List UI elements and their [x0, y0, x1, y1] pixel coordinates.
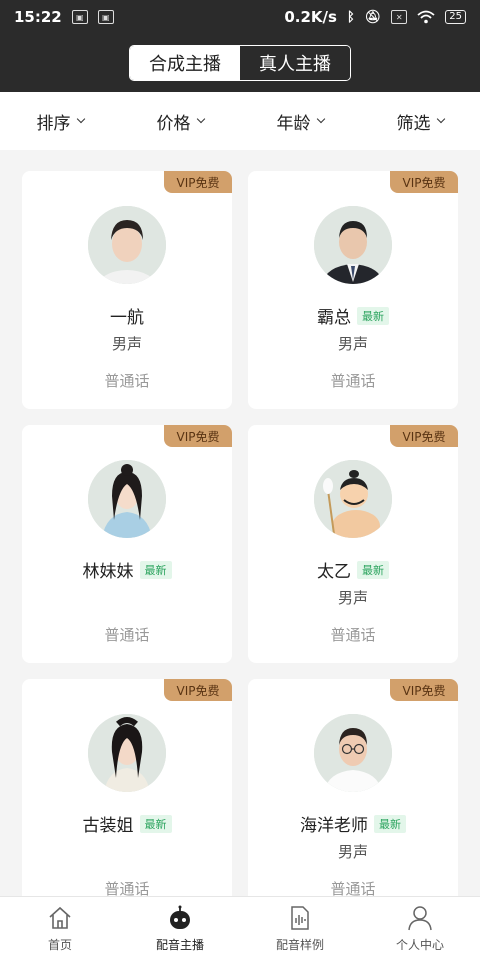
chevron-down-icon: [316, 114, 325, 124]
anchor-card[interactable]: VIP免费 海洋老师 最新 男声 普通话: [248, 679, 458, 896]
wifi-icon: [417, 10, 435, 24]
voice-language: 普通话: [104, 372, 150, 390]
home-icon: [49, 906, 71, 929]
new-badge: 最新: [139, 814, 172, 833]
voice-language: 普通话: [104, 880, 150, 896]
voice-language: 普通话: [330, 372, 376, 390]
voice-language: 普通话: [330, 880, 376, 896]
tab-synthetic-anchor[interactable]: 合成主播: [130, 46, 240, 80]
anchor-card[interactable]: VIP免费 太乙 最新 男声 普通话: [248, 425, 458, 663]
sim-off-icon: ✕: [391, 10, 408, 24]
taiyi-cartoon-avatar: [314, 460, 392, 538]
price-filter[interactable]: 价格: [156, 109, 205, 134]
notification-icon: ▣: [97, 10, 114, 24]
tab-home[interactable]: 首页: [0, 905, 120, 953]
anchor-name: 太乙: [317, 562, 351, 582]
tab-voice-anchor[interactable]: 配音主播: [120, 905, 240, 953]
anchor-name: 霸总: [317, 308, 351, 328]
teacher-avatar: [314, 714, 392, 792]
status-bar: 15:22 ▣ ▣ 0.2K/s ᛒ 🔕︎ ✕ 25: [0, 0, 480, 34]
ancient-girl-avatar: [88, 460, 166, 538]
tab-label: 配音主播: [155, 937, 204, 952]
new-badge: 最新: [139, 560, 172, 579]
voice-language: 普通话: [104, 626, 150, 644]
anchor-card[interactable]: VIP免费 一航 男声 普通话: [22, 171, 232, 409]
header: 合成主播 真人主播: [0, 34, 480, 92]
vip-free-badge: VIP免费: [390, 679, 458, 701]
audio-file-icon: [291, 905, 309, 930]
chevron-down-icon: [76, 114, 85, 124]
young-man-avatar: [88, 206, 166, 284]
vip-free-badge: VIP免费: [164, 171, 232, 193]
tab-label: 配音样例: [275, 937, 324, 952]
tab-label: 个人中心: [395, 937, 444, 952]
anchor-card[interactable]: VIP免费 霸总 最新 男声 普通话: [248, 171, 458, 409]
voice-gender: 男声: [337, 843, 368, 861]
filter-label: 筛选: [396, 113, 431, 134]
bottom-tab-bar: 首页 配音主播 配音样例 个人中心: [0, 896, 480, 960]
tab-voice-samples[interactable]: 配音样例: [240, 905, 360, 953]
chevron-down-icon: [196, 114, 205, 124]
businessman-avatar: [314, 206, 392, 284]
battery-icon: 25: [445, 10, 466, 24]
vip-free-badge: VIP免费: [164, 679, 232, 701]
network-speed: 0.2K/s: [284, 8, 337, 26]
name-row: 一航: [22, 303, 232, 328]
name-row: 海洋老师 最新: [248, 811, 458, 836]
name-row: 林妹妹 最新: [22, 557, 232, 582]
anchor-name: 海洋老师: [300, 816, 368, 836]
new-badge: 最新: [357, 560, 389, 579]
notification-icon: ▣: [71, 10, 88, 24]
vip-free-badge: VIP免费: [164, 425, 232, 447]
filter-label: 年龄: [276, 113, 311, 134]
more-filter[interactable]: 筛选: [396, 109, 445, 134]
new-badge: 最新: [357, 306, 389, 325]
name-row: 太乙 最新: [248, 557, 458, 582]
filter-bar: 排序 价格 年龄 筛选: [0, 92, 480, 150]
anchor-grid: VIP免费 一航 男声 普通话 VIP免费 霸总 最新 男声 普通话 VIP免费…: [22, 171, 460, 896]
clock: 15:22: [14, 8, 62, 26]
bluetooth-icon: ᛒ: [346, 9, 355, 25]
sort-filter[interactable]: 排序: [36, 109, 85, 134]
anchor-name: 一航: [110, 308, 144, 328]
new-badge: 最新: [374, 814, 406, 833]
anchor-card[interactable]: VIP免费 古装姐 最新 普通话: [22, 679, 232, 896]
mute-icon: 🔕︎: [364, 9, 382, 25]
filter-label: 排序: [36, 113, 71, 134]
user-icon: [408, 905, 432, 930]
anchor-card[interactable]: VIP免费 林妹妹 最新 普通话: [22, 425, 232, 663]
voice-gender: 男声: [111, 335, 142, 353]
voice-language: 普通话: [330, 626, 376, 644]
tab-real-anchor[interactable]: 真人主播: [240, 46, 350, 80]
anchor-type-switch: 合成主播 真人主播: [129, 45, 351, 81]
vip-free-badge: VIP免费: [390, 171, 458, 193]
name-row: 霸总 最新: [248, 303, 458, 328]
voice-gender: 男声: [337, 589, 368, 607]
tab-label: 首页: [47, 937, 72, 952]
voice-gender: 男声: [337, 335, 368, 353]
ancient-lady-avatar: [88, 714, 166, 792]
tab-profile[interactable]: 个人中心: [360, 905, 480, 953]
chevron-down-icon: [436, 114, 445, 124]
robot-icon: [170, 905, 190, 929]
name-row: 古装姐 最新: [22, 811, 232, 836]
anchor-name: 古装姐: [82, 816, 134, 836]
filter-label: 价格: [156, 113, 191, 134]
anchor-name: 林妹妹: [82, 562, 134, 582]
age-filter[interactable]: 年龄: [276, 109, 325, 134]
vip-free-badge: VIP免费: [390, 425, 458, 447]
